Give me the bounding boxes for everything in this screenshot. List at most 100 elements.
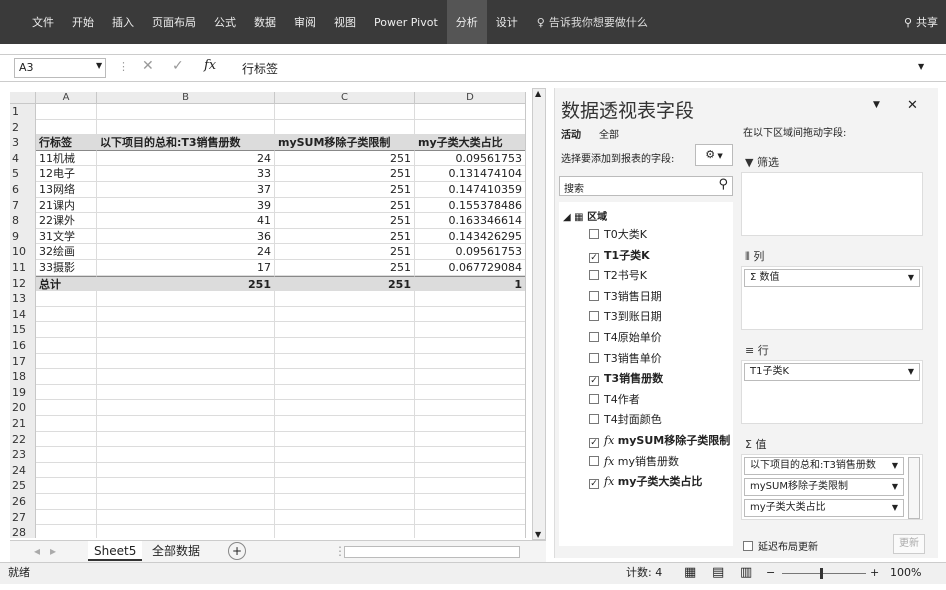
page-break-view-icon[interactable]: ▥ [740, 563, 752, 583]
grid-cell[interactable] [415, 416, 525, 432]
grid-cell[interactable]: 37 [97, 182, 275, 198]
grid-cell[interactable] [97, 119, 275, 136]
tab-file[interactable]: 文件 [0, 0, 63, 44]
checkbox-icon[interactable] [589, 290, 599, 301]
tab-formulas[interactable]: 公式 [205, 0, 245, 44]
row-number[interactable]: 9 [10, 228, 36, 245]
checkbox-icon[interactable] [589, 229, 599, 239]
grid-cell[interactable]: 251 [275, 182, 415, 198]
grid-cell[interactable] [415, 447, 525, 463]
grid-cell[interactable]: 0.155378486 [415, 198, 525, 214]
cancel-icon[interactable]: ✕ [142, 58, 154, 74]
grid-cell[interactable]: 251 [97, 275, 275, 292]
grid-cell[interactable] [415, 307, 525, 323]
values-item-3[interactable]: my子类大类占比 ▼ [744, 499, 904, 517]
field-item[interactable]: ✓ fx mySUM移除子类限制 [589, 432, 730, 450]
row-number[interactable]: 11 [10, 260, 36, 276]
share-button[interactable]: ⚲ 共享 [904, 14, 938, 30]
grid-cell[interactable]: 0.067729084 [415, 260, 525, 276]
grid-cell[interactable] [275, 431, 415, 448]
col-header-a[interactable]: A [36, 92, 97, 104]
row-number[interactable]: 6 [10, 182, 36, 198]
grid-cell[interactable]: 22课外 [36, 213, 97, 229]
grid-cell[interactable] [97, 306, 275, 323]
grid-cell[interactable] [275, 416, 415, 432]
search-icon[interactable]: ⚲ [718, 177, 728, 192]
checkbox-icon[interactable] [589, 414, 599, 425]
tab-page-layout[interactable]: 页面布局 [143, 0, 205, 44]
row-number[interactable]: 1 [10, 104, 36, 120]
grid-cell[interactable]: 251 [275, 166, 415, 182]
values-scrollbar[interactable] [908, 457, 920, 519]
values-item-2[interactable]: mySUM移除子类限制 ▼ [744, 478, 904, 496]
grid-cell[interactable]: mySUM移除子类限制 [275, 135, 415, 151]
checkbox-icon[interactable] [589, 455, 599, 466]
grid-cell[interactable]: 0.163346614 [415, 213, 525, 229]
checkbox-icon[interactable] [589, 352, 599, 363]
row-number[interactable]: 18 [10, 369, 36, 385]
grid-cell[interactable] [415, 400, 525, 416]
grid-cell[interactable] [275, 478, 415, 494]
scroll-up-icon[interactable]: ▲ [535, 89, 541, 98]
grid-cell[interactable]: 1 [415, 275, 525, 292]
grid-cell[interactable] [275, 400, 415, 416]
columns-item-values[interactable]: Σ 数值 ▼ [744, 269, 920, 287]
grid-cell[interactable] [415, 385, 525, 401]
grid-cell[interactable]: 251 [275, 260, 415, 276]
grid-cell[interactable] [36, 119, 97, 136]
grid-cell[interactable] [415, 322, 525, 338]
grid-cell[interactable] [275, 494, 415, 510]
grid-cell[interactable]: 251 [275, 275, 415, 292]
tab-insert[interactable]: 插入 [103, 0, 143, 44]
checkbox-icon[interactable]: ✓ [589, 438, 599, 448]
grid-cell[interactable]: 41 [97, 213, 275, 229]
select-all-corner[interactable] [10, 92, 36, 104]
field-item[interactable]: ✓ fx my子类大类占比 [589, 473, 702, 491]
next-sheet-icon[interactable]: ▸ [44, 541, 62, 561]
grid-cell[interactable] [415, 354, 525, 370]
grid-cell[interactable]: 0.09561753 [415, 151, 525, 167]
grid-cell[interactable] [415, 432, 525, 448]
field-search-input[interactable]: 搜索 ⚲ [559, 176, 733, 196]
grid-cell[interactable]: my子类大类占比 [415, 135, 525, 151]
field-item[interactable]: T4封面颜色 [589, 411, 662, 429]
grid-cell[interactable] [415, 104, 525, 120]
grid-cell[interactable] [415, 120, 525, 136]
grid-cell[interactable]: 251 [275, 213, 415, 229]
grid-cell[interactable] [97, 353, 275, 370]
zoom-slider-thumb[interactable] [820, 568, 823, 579]
grid-cell[interactable] [97, 369, 275, 385]
grid-cell[interactable] [36, 416, 97, 432]
table-node[interactable]: ◢ ▦ 区域 [563, 208, 607, 223]
grid-cell[interactable] [275, 369, 415, 385]
row-number[interactable]: 25 [10, 478, 36, 494]
grid-cell[interactable] [36, 291, 97, 307]
field-item[interactable]: T2书号K [589, 267, 647, 285]
grid-cell[interactable] [97, 416, 275, 432]
grid-cell[interactable] [36, 104, 97, 120]
close-icon[interactable]: ✕ [907, 98, 918, 113]
grid-cell[interactable] [36, 306, 97, 323]
grid-cell[interactable] [97, 384, 275, 401]
grid-cell[interactable]: 251 [275, 150, 415, 167]
row-number[interactable]: 28 [10, 525, 36, 538]
zoom-in-icon[interactable]: + [870, 563, 879, 583]
grid-cell[interactable] [97, 525, 275, 538]
field-item[interactable]: T4原始单价 [589, 329, 662, 347]
grid-cell[interactable] [36, 369, 97, 385]
row-number[interactable]: 17 [10, 353, 36, 370]
col-header-d[interactable]: D [415, 92, 525, 104]
col-header-b[interactable]: B [97, 92, 275, 104]
checkbox-icon[interactable] [589, 393, 599, 404]
namebox-dropdown-icon[interactable]: ▼ [96, 61, 102, 70]
field-item[interactable]: fx my销售册数 [589, 453, 679, 471]
grid-cell[interactable] [275, 509, 415, 526]
pane-options-icon[interactable]: ▼ [873, 100, 880, 110]
row-number[interactable]: 4 [10, 150, 36, 167]
grid-cell[interactable] [36, 462, 97, 479]
grid-cell[interactable]: 21课内 [36, 197, 97, 214]
grid-cell[interactable] [97, 322, 275, 338]
row-number[interactable]: 21 [10, 416, 36, 432]
grid-cell[interactable]: 0.143426295 [415, 229, 525, 245]
row-number[interactable]: 24 [10, 462, 36, 479]
